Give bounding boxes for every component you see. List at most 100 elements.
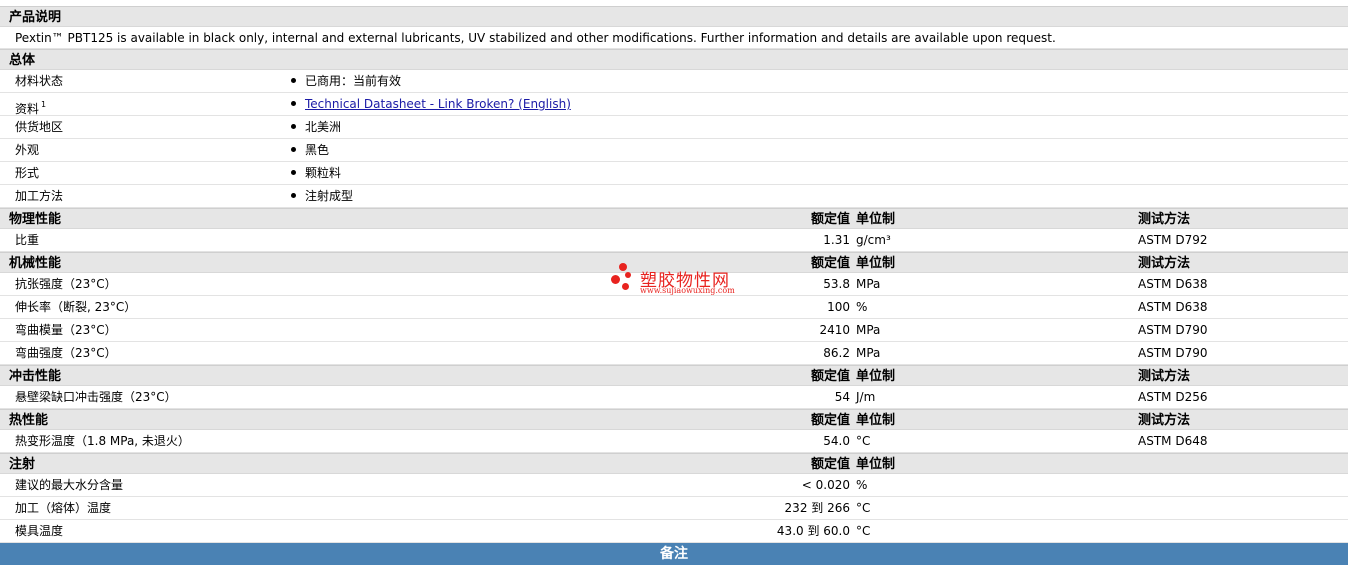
property-row: 加工（熔体）温度 232 到 266 °C	[0, 497, 1348, 520]
general-row: 材料状态 已商用：当前有效	[0, 70, 1348, 93]
bullet-icon	[291, 78, 296, 83]
property-value: 2410	[819, 323, 850, 337]
test-method: ASTM D256	[1138, 390, 1208, 404]
section-header-injection: 注射 额定值 单位制	[0, 453, 1348, 474]
column-header-value: 额定值	[810, 256, 850, 271]
row-label: 形式	[15, 162, 39, 185]
property-row: 模具温度 43.0 到 60.0 °C	[0, 520, 1348, 543]
property-label: 建议的最大水分含量	[15, 478, 124, 492]
section-header-physical: 物理性能 额定值 单位制 测试方法	[0, 208, 1348, 229]
property-unit: %	[856, 300, 868, 314]
property-value: 1.31	[823, 233, 850, 247]
description-text: Pextin™ PBT125 is available in black onl…	[15, 31, 1056, 45]
row-label: 供货地区	[15, 116, 63, 139]
description-row: Pextin™ PBT125 is available in black onl…	[0, 27, 1348, 49]
test-method: ASTM D790	[1138, 346, 1208, 360]
test-method: ASTM D638	[1138, 300, 1208, 314]
row-label-text: 形式	[15, 166, 40, 180]
section-title: 总体	[9, 53, 36, 68]
property-row: 伸长率（断裂, 23°C） 100% ASTM D638	[0, 296, 1348, 319]
property-unit: °C	[856, 524, 871, 538]
column-header-value: 额定值	[810, 369, 850, 384]
property-row: 悬壁梁缺口冲击强度（23°C） 54 J/m ASTM D256	[0, 386, 1348, 409]
section-header-thermal: 热性能 额定值 单位制 测试方法	[0, 409, 1348, 430]
section-title: 注射	[9, 457, 36, 472]
property-unit: °C	[856, 434, 871, 448]
column-header-method: 测试方法	[1138, 413, 1191, 428]
property-label: 弯曲强度（23°C）	[15, 346, 117, 360]
column-header-method: 测试方法	[1138, 256, 1191, 271]
row-label-text: 材料状态	[15, 74, 64, 88]
bullet-icon	[291, 101, 296, 106]
row-label-text: 外观	[15, 143, 40, 157]
test-method: ASTM D638	[1138, 277, 1208, 291]
property-unit: g/cm³	[856, 233, 891, 247]
row-label: 外观	[15, 139, 39, 162]
row-value: 北美洲	[305, 120, 342, 134]
row-value: 颗粒料	[305, 166, 342, 180]
property-label: 热变形温度（1.8 MPa, 未退火）	[15, 434, 190, 448]
row-label: 材料状态	[15, 70, 63, 93]
row-label-text: 资料	[15, 102, 40, 116]
property-value: < 0.020	[801, 478, 850, 492]
general-row: 资料 1 Technical Datasheet - Link Broken? (E…	[0, 93, 1348, 116]
section-header-impact: 冲击性能 额定值 单位制 测试方法	[0, 365, 1348, 386]
bullet-icon	[291, 170, 296, 175]
row-value: 已商用：当前有效	[305, 74, 402, 88]
property-unit: MPa	[856, 277, 881, 291]
property-row: 比重 1.31 g/cm³ ASTM D792	[0, 229, 1348, 252]
property-value: 100	[827, 300, 850, 314]
column-header-value: 额定值	[810, 457, 850, 472]
column-header-unit: 单位制	[856, 369, 896, 384]
column-header-unit: 单位制	[856, 413, 896, 428]
row-bullet-value: Technical Datasheet - Link Broken? (Engl…	[291, 93, 571, 116]
property-label: 加工（熔体）温度	[15, 501, 112, 515]
section-title: 机械性能	[9, 256, 62, 271]
column-header-unit: 单位制	[856, 457, 896, 472]
property-label: 悬壁梁缺口冲击强度（23°C）	[15, 390, 177, 404]
section-header-description: 产品说明	[0, 6, 1348, 27]
footnote-marker: 1	[41, 100, 47, 109]
general-row: 加工方法 注射成型	[0, 185, 1348, 208]
row-bullet-value: 颗粒料	[291, 162, 341, 185]
row-label-text: 加工方法	[15, 189, 64, 203]
datasheet-link[interactable]: Technical Datasheet - Link Broken? (Engl…	[305, 97, 571, 111]
property-unit: J/m	[856, 390, 876, 404]
property-value: 53.8	[823, 277, 850, 291]
property-label: 比重	[15, 233, 40, 247]
property-value: 86.2	[823, 346, 850, 360]
property-unit: °C	[856, 501, 871, 515]
property-label: 弯曲模量（23°C）	[15, 323, 117, 337]
property-value: 54	[834, 390, 850, 404]
property-row: 热变形温度（1.8 MPa, 未退火） 54.0 °C ASTM D648	[0, 430, 1348, 453]
bullet-icon	[291, 124, 296, 129]
property-value: 43.0 到 60.0	[776, 524, 850, 538]
property-sections: 物理性能 额定值 单位制 测试方法 比重 1.31 g/cm³ ASTM D792 机械性能 额定…	[0, 208, 1348, 543]
row-bullet-value: 黑色	[291, 139, 329, 162]
test-method: ASTM D792	[1138, 233, 1208, 247]
property-row: 弯曲强度（23°C） 86.2 MPa ASTM D790	[0, 342, 1348, 365]
test-method: ASTM D790	[1138, 323, 1208, 337]
row-label: 加工方法	[15, 185, 63, 208]
general-row: 外观 黑色	[0, 139, 1348, 162]
section-header-general: 总体	[0, 49, 1348, 70]
property-label: 抗张强度（23°C）	[15, 277, 117, 291]
row-value: 黑色	[305, 143, 330, 157]
row-bullet-value: 注射成型	[291, 185, 353, 208]
row-bullet-value: 北美洲	[291, 116, 341, 139]
row-value: 注射成型	[305, 189, 354, 203]
property-value: 232 到 266	[784, 501, 850, 515]
bullet-icon	[291, 193, 296, 198]
column-header-value: 额定值	[810, 212, 850, 227]
column-header-value: 额定值	[810, 413, 850, 428]
watermark-url: www.sujiaowuxing.com	[640, 286, 735, 295]
row-label-text: 供货地区	[15, 120, 64, 134]
row-bullet-value: 已商用：当前有效	[291, 70, 401, 93]
column-header-method: 测试方法	[1138, 212, 1191, 227]
general-row: 形式 颗粒料	[0, 162, 1348, 185]
section-title: 物理性能	[9, 212, 62, 227]
general-row: 供货地区 北美洲	[0, 116, 1348, 139]
watermark-logo: 塑胶物性网 www.sujiaowuxing.com	[610, 262, 750, 298]
property-unit: MPa	[856, 323, 881, 337]
section-title: 热性能	[9, 413, 49, 428]
